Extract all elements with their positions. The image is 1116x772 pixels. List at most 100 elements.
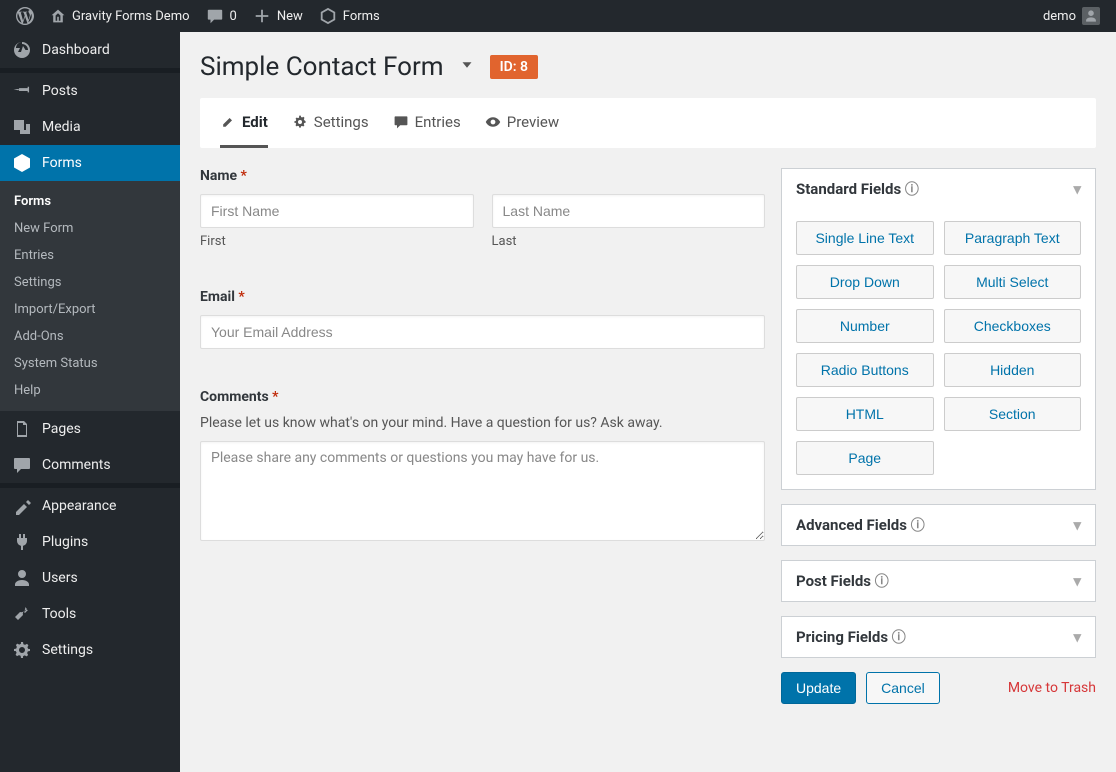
field-palette: Standard Fields ⓘ ▾ Single Line Text Para… [781, 168, 1096, 704]
sidebar-item-label: Tools [42, 606, 76, 622]
pin-icon [12, 81, 32, 101]
site-link[interactable]: Gravity Forms Demo [42, 0, 198, 32]
sidebar-item-label: Settings [42, 642, 93, 658]
dashboard-icon [12, 40, 32, 60]
help-icon[interactable]: ⓘ [911, 518, 925, 534]
forms-link[interactable]: Forms [311, 0, 388, 32]
submenu-item[interactable]: Settings [0, 269, 180, 296]
cancel-button[interactable]: Cancel [866, 672, 940, 704]
submenu-item[interactable]: Entries [0, 242, 180, 269]
sidebar-item-label: Appearance [42, 498, 116, 514]
email-input[interactable] [200, 315, 765, 349]
comments-link[interactable]: 0 [198, 0, 245, 32]
name-label: Name * [200, 168, 247, 184]
form-id-badge: ID: 8 [490, 55, 538, 79]
site-name: Gravity Forms Demo [72, 9, 190, 24]
sidebar-item-media[interactable]: Media [0, 109, 180, 145]
media-icon [12, 117, 32, 137]
field-type-button[interactable]: Single Line Text [796, 221, 934, 255]
sidebar-item-users[interactable]: Users [0, 560, 180, 596]
pricing-fields-panel: Pricing Fields ⓘ ▾ [781, 616, 1096, 658]
sidebar-item-tools[interactable]: Tools [0, 596, 180, 632]
new-label: New [277, 9, 303, 24]
sidebar-item-pages[interactable]: Pages [0, 411, 180, 447]
comments-count: 0 [230, 9, 237, 24]
tab-entries[interactable]: Entries [393, 98, 461, 148]
field-type-button[interactable]: Radio Buttons [796, 353, 934, 387]
standard-fields-header[interactable]: Standard Fields ⓘ ▾ [782, 169, 1095, 209]
edit-icon [220, 114, 236, 130]
submenu-item[interactable]: Import/Export [0, 296, 180, 323]
field-type-button[interactable]: Checkboxes [944, 309, 1082, 343]
help-icon[interactable]: ⓘ [892, 630, 906, 646]
comment-icon [206, 7, 224, 25]
tools-icon [12, 604, 32, 624]
update-button[interactable]: Update [781, 672, 856, 704]
pricing-fields-header[interactable]: Pricing Fields ⓘ ▾ [782, 617, 1095, 657]
sidebar-item-label: Media [42, 119, 81, 135]
sidebar-item-posts[interactable]: Posts [0, 73, 180, 109]
admin-sidebar: DashboardPostsMediaFormsFormsNew FormEnt… [0, 32, 180, 772]
caret-icon: ▾ [1073, 516, 1081, 534]
name-field[interactable]: Name * First Last [200, 168, 765, 249]
field-type-button[interactable]: Multi Select [944, 265, 1082, 299]
sidebar-item-label: Pages [42, 421, 81, 437]
sidebar-item-label: Forms [42, 155, 82, 171]
chevron-down-icon [458, 56, 476, 74]
sidebar-item-comments[interactable]: Comments [0, 447, 180, 483]
sidebar-item-dashboard[interactable]: Dashboard [0, 32, 180, 68]
post-fields-header[interactable]: Post Fields ⓘ ▾ [782, 561, 1095, 601]
tab-settings[interactable]: Settings [292, 98, 369, 148]
help-icon[interactable]: ⓘ [875, 574, 889, 590]
settings-icon [12, 640, 32, 660]
actions-row: Update Cancel Move to Trash [781, 672, 1096, 704]
field-type-button[interactable]: Hidden [944, 353, 1082, 387]
post-fields-panel: Post Fields ⓘ ▾ [781, 560, 1096, 602]
user-name: demo [1043, 9, 1076, 24]
advanced-fields-panel: Advanced Fields ⓘ ▾ [781, 504, 1096, 546]
sidebar-item-appearance[interactable]: Appearance [0, 488, 180, 524]
new-link[interactable]: New [245, 0, 311, 32]
field-type-button[interactable]: Section [944, 397, 1082, 431]
submenu-item[interactable]: Forms [0, 188, 180, 215]
sidebar-item-label: Comments [42, 457, 111, 473]
email-field[interactable]: Email * [200, 289, 765, 349]
sidebar-item-plugins[interactable]: Plugins [0, 524, 180, 560]
field-type-button[interactable]: Number [796, 309, 934, 343]
first-sublabel: First [200, 234, 474, 249]
comments-textarea[interactable] [200, 441, 765, 541]
advanced-fields-header[interactable]: Advanced Fields ⓘ ▾ [782, 505, 1095, 545]
form-switcher[interactable] [458, 56, 476, 78]
sidebar-item-forms[interactable]: Forms [0, 145, 180, 181]
last-sublabel: Last [492, 234, 766, 249]
submenu-item[interactable]: System Status [0, 350, 180, 377]
tab-preview[interactable]: Preview [485, 98, 559, 148]
help-icon[interactable]: ⓘ [905, 182, 919, 198]
comments-field[interactable]: Comments * Please let us know what's on … [200, 389, 765, 545]
tab-edit[interactable]: Edit [220, 98, 268, 148]
sidebar-item-label: Posts [42, 83, 78, 99]
standard-fields-panel: Standard Fields ⓘ ▾ Single Line Text Para… [781, 168, 1096, 490]
submenu-item[interactable]: New Form [0, 215, 180, 242]
field-type-button[interactable]: Page [796, 441, 934, 475]
last-name-input[interactable] [492, 194, 766, 228]
submenu-item[interactable]: Help [0, 377, 180, 404]
field-type-button[interactable]: Drop Down [796, 265, 934, 299]
submenu-item[interactable]: Add-Ons [0, 323, 180, 350]
settings-icon [292, 114, 308, 130]
wp-logo[interactable] [8, 0, 42, 32]
sidebar-item-label: Plugins [42, 534, 88, 550]
user-menu[interactable]: demo [1035, 0, 1108, 32]
sidebar-item-settings[interactable]: Settings [0, 632, 180, 668]
field-type-button[interactable]: Paragraph Text [944, 221, 1082, 255]
content-area: Simple Contact Form ID: 8 EditSettingsEn… [180, 32, 1116, 772]
comments-description: Please let us know what's on your mind. … [200, 415, 765, 431]
wordpress-icon [16, 7, 34, 25]
comments-label: Comments * [200, 389, 279, 405]
plus-icon [253, 7, 271, 25]
users-icon [12, 568, 32, 588]
field-type-button[interactable]: HTML [796, 397, 934, 431]
entries-icon [393, 114, 409, 130]
first-name-input[interactable] [200, 194, 474, 228]
move-to-trash-link[interactable]: Move to Trash [1008, 680, 1096, 696]
